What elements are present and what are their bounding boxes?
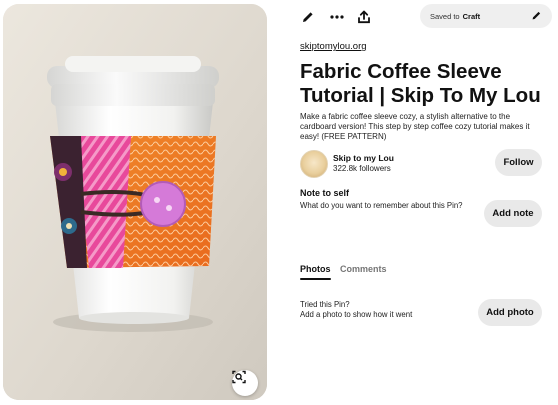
- pin-title: Fabric Coffee Sleeve Tutorial | Skip To …: [300, 60, 541, 107]
- pin-description: Make a fabric coffee sleeve cozy, a styl…: [300, 112, 530, 141]
- saved-prefix: Saved to: [430, 11, 460, 21]
- note-prompt: What do you want to remember about this …: [300, 201, 463, 210]
- tab-photos[interactable]: Photos: [300, 264, 331, 274]
- pencil-icon[interactable]: [531, 10, 542, 21]
- saved-board-name: Craft: [462, 11, 481, 21]
- visual-search-lens-icon: [232, 370, 246, 384]
- edit-pin-button[interactable]: [297, 6, 319, 28]
- share-upload-icon: [358, 10, 370, 24]
- follow-button[interactable]: Follow: [495, 149, 542, 176]
- pencil-icon: [303, 12, 313, 22]
- pin-image[interactable]: [3, 4, 267, 400]
- active-tab-indicator: [300, 278, 331, 280]
- add-photo-button[interactable]: Add photo: [478, 299, 542, 326]
- tried-title: Tried this Pin?: [300, 300, 350, 309]
- creator-name[interactable]: Skip to my Lou: [333, 153, 394, 163]
- creator-avatar[interactable]: [300, 150, 328, 178]
- more-horizontal-icon: [330, 15, 344, 19]
- source-link[interactable]: skiptomylou.org: [300, 41, 367, 52]
- note-heading: Note to self: [300, 188, 350, 198]
- more-options-button[interactable]: [326, 6, 348, 28]
- share-button[interactable]: [353, 6, 375, 28]
- tab-comments[interactable]: Comments: [340, 264, 387, 274]
- coffee-cup-illustration: [3, 4, 267, 400]
- add-note-button[interactable]: Add note: [484, 200, 542, 227]
- visual-search-button[interactable]: [232, 370, 258, 396]
- saved-board-pill[interactable]: Saved to Craft: [420, 4, 552, 28]
- creator-followers: 322.8k followers: [333, 164, 391, 173]
- tried-subtitle: Add a photo to show how it went: [300, 310, 413, 319]
